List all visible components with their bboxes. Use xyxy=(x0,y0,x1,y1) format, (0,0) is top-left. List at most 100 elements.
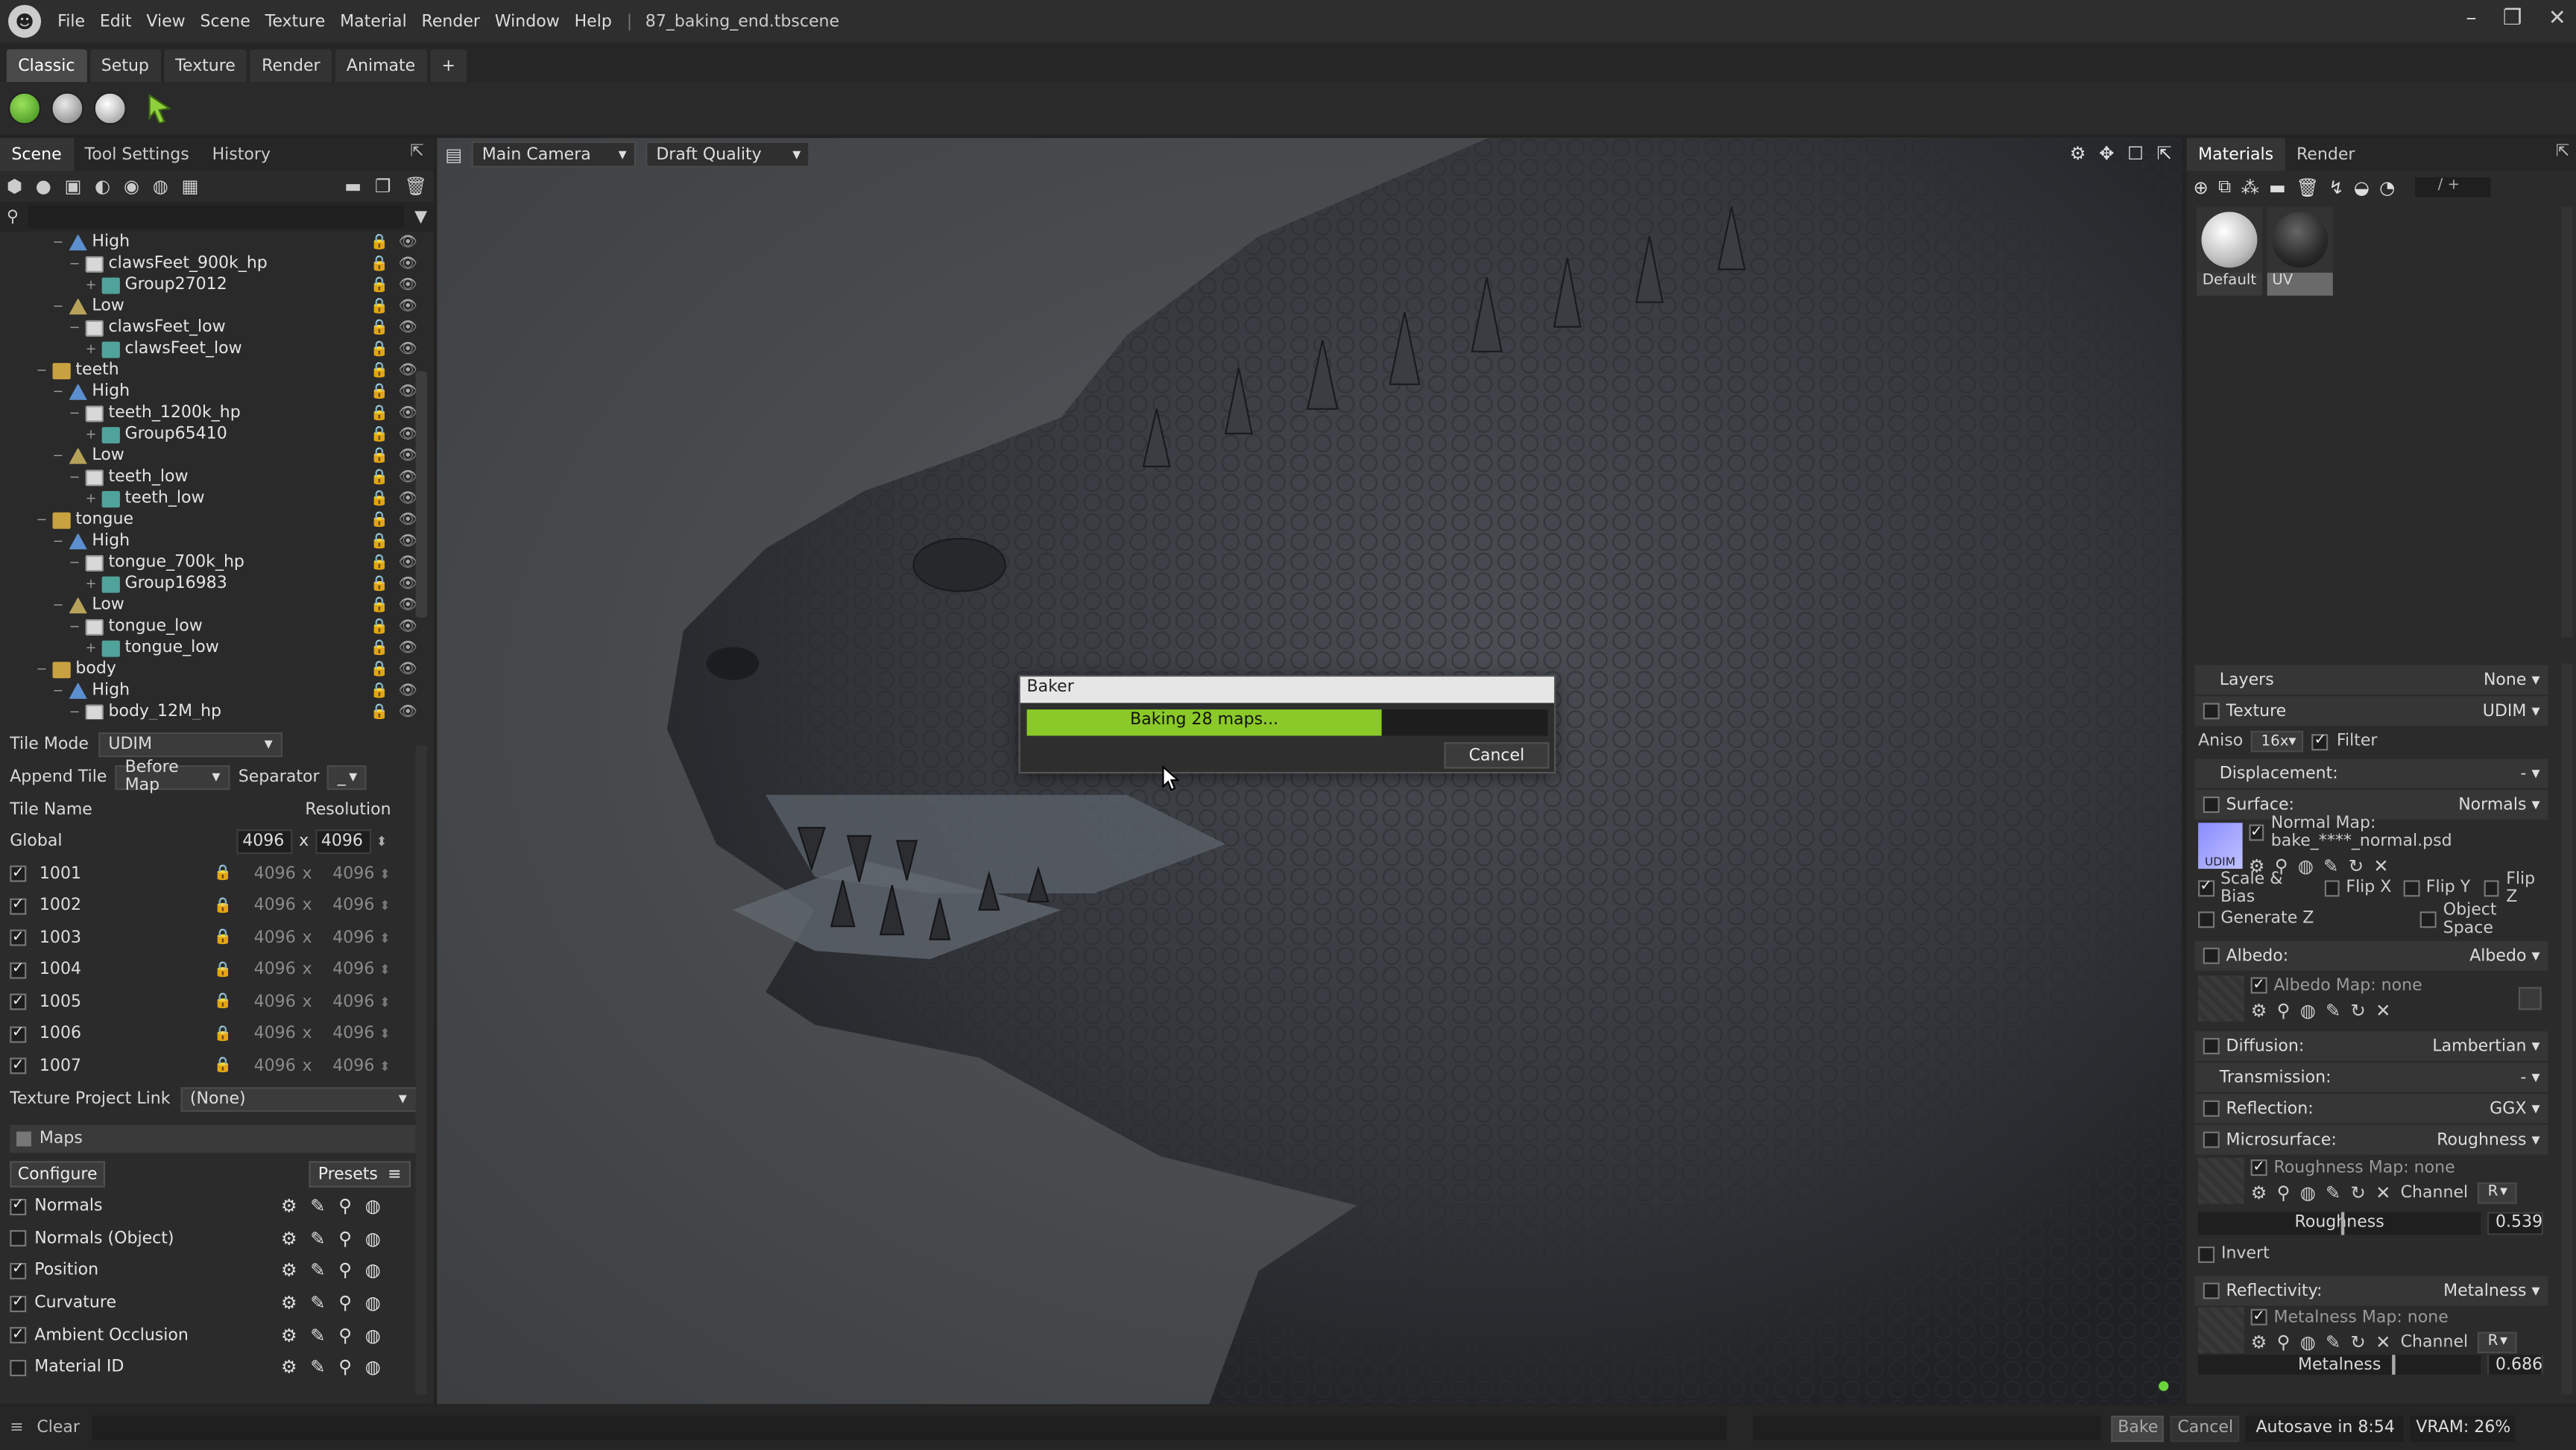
scene-tree-item[interactable]: − body 🔒 👁 xyxy=(13,659,434,680)
lock-icon[interactable]: 🔒 xyxy=(214,1058,240,1074)
brush-icon[interactable]: ✎ xyxy=(310,1196,325,1218)
metalness-map-checkbox[interactable]: ✓ xyxy=(2250,1308,2267,1326)
tile-width[interactable]: 4096 xyxy=(240,1025,296,1043)
expand-toggle-icon[interactable]: + xyxy=(86,577,99,592)
surface-toggle[interactable] xyxy=(2203,796,2220,814)
tile-height[interactable]: 4096 xyxy=(318,1025,374,1043)
menu-help[interactable]: Help xyxy=(575,13,612,31)
properties-scrollbar[interactable] xyxy=(2561,663,2573,1395)
flip-z-checkbox[interactable] xyxy=(2484,879,2500,896)
duplicate-material-icon[interactable]: ⧉ xyxy=(2218,176,2231,199)
metalness-slider-handle[interactable] xyxy=(2392,1355,2396,1375)
gear-icon[interactable]: ⚙ xyxy=(281,1261,297,1282)
configure-button[interactable]: Configure xyxy=(10,1161,106,1188)
menu-file[interactable]: File xyxy=(57,13,85,31)
expand-toggle-icon[interactable]: + xyxy=(86,641,99,656)
menu-window[interactable]: Window xyxy=(495,13,560,31)
brush-icon[interactable]: ✎ xyxy=(2323,855,2338,877)
brush-icon[interactable]: ✎ xyxy=(310,1293,325,1314)
stepper-icon[interactable]: ⬍ xyxy=(379,931,391,946)
refresh-icon[interactable]: ↻ xyxy=(2351,999,2366,1021)
lock-icon[interactable]: 🔒 xyxy=(370,362,389,379)
close-icon[interactable]: ✕ xyxy=(2548,7,2566,31)
close-icon[interactable]: ✕ xyxy=(2375,1331,2390,1352)
stepper-icon[interactable]: ⬍ xyxy=(376,835,388,849)
texture-section[interactable]: Texture UDIM ▾ xyxy=(2194,696,2548,726)
paint-icon[interactable]: ◍ xyxy=(365,1228,381,1250)
bake-settings-scrollbar[interactable] xyxy=(415,745,428,1395)
metalness-channel-select[interactable]: R ▾ xyxy=(2478,1331,2518,1353)
gear-icon[interactable]: ⚙ xyxy=(2251,1331,2267,1352)
gear-icon[interactable]: ⚙ xyxy=(281,1357,297,1378)
visibility-icon[interactable]: 👁 xyxy=(399,448,417,464)
tile-width[interactable]: 4096 xyxy=(240,865,296,883)
add-object-icon[interactable]: ⬢ xyxy=(7,176,22,197)
lock-icon[interactable]: 🔒 xyxy=(370,256,389,272)
delete-material-icon[interactable]: 🗑 xyxy=(2296,177,2319,198)
search-icon[interactable]: ⚲ xyxy=(338,1261,352,1282)
tab-scene[interactable]: Scene xyxy=(0,138,74,171)
expand-toggle-icon[interactable]: − xyxy=(53,598,66,612)
add-sky-icon[interactable]: ◍ xyxy=(153,176,168,197)
search-icon[interactable]: ⚲ xyxy=(338,1196,352,1218)
lock-icon[interactable]: 🔒 xyxy=(370,320,389,336)
gear-icon[interactable]: ⚙ xyxy=(2251,1182,2267,1203)
tile-width[interactable]: 4096 xyxy=(240,961,296,979)
scene-tree-item[interactable]: + teeth_low 🔒 👁 xyxy=(13,488,434,510)
close-icon[interactable]: ✕ xyxy=(2375,1182,2390,1203)
tab-texture[interactable]: Texture xyxy=(163,49,247,83)
gear-icon[interactable]: ⚙ xyxy=(2251,999,2267,1021)
lock-icon[interactable]: 🔒 xyxy=(370,512,389,528)
search-icon[interactable]: ⚲ xyxy=(2277,1182,2291,1203)
scene-tree-item[interactable]: − body_12M_hp 🔒 👁 xyxy=(13,701,434,720)
lock-icon[interactable]: 🔒 xyxy=(370,276,389,293)
tab-animate[interactable]: Animate xyxy=(335,49,427,83)
texture-toggle[interactable] xyxy=(2203,703,2220,720)
scene-tree-item[interactable]: − High 🔒 👁 xyxy=(13,381,434,402)
lock-icon[interactable]: 🔒 xyxy=(370,597,389,613)
reflection-toggle[interactable] xyxy=(2203,1100,2220,1117)
scene-tree-item[interactable]: − Low 🔒 👁 xyxy=(13,595,434,616)
popout-icon[interactable]: ⇱ xyxy=(2157,143,2172,165)
expand-toggle-icon[interactable]: − xyxy=(69,405,83,420)
visibility-icon[interactable]: 👁 xyxy=(399,276,417,293)
layers-section[interactable]: Layers None ▾ xyxy=(2194,665,2548,695)
search-icon[interactable]: ⚲ xyxy=(338,1293,352,1314)
refresh-icon[interactable]: ↻ xyxy=(2351,1182,2366,1203)
tile-enabled-checkbox[interactable]: ✓ xyxy=(10,1026,27,1043)
shader-full-icon[interactable] xyxy=(8,92,42,125)
expand-toggle-icon[interactable]: − xyxy=(53,299,66,314)
add-shape-icon[interactable]: ◐ xyxy=(95,176,110,197)
reflectivity-toggle[interactable] xyxy=(2203,1282,2220,1299)
lock-icon[interactable]: 🔒 xyxy=(370,426,389,443)
lock-icon[interactable]: 🔒 xyxy=(214,1026,240,1042)
expand-toggle-icon[interactable]: + xyxy=(86,277,99,292)
flip-y-checkbox[interactable] xyxy=(2404,879,2419,896)
aniso-select[interactable]: 16x ▾ xyxy=(2251,730,2304,753)
tab-render[interactable]: Render xyxy=(250,49,332,83)
filter-checkbox[interactable]: ✓ xyxy=(2311,733,2329,750)
map-enabled-checkbox[interactable]: ✓ xyxy=(10,1327,27,1344)
scene-tree-item[interactable]: − clawsFeet_low 🔒 👁 xyxy=(13,317,434,338)
log-menu-icon[interactable]: ≡ xyxy=(10,1419,23,1437)
add-material-icon[interactable]: ⊕ xyxy=(2193,177,2208,198)
global-width-input[interactable]: 4096 xyxy=(236,829,293,855)
tile-enabled-checkbox[interactable]: ✓ xyxy=(10,930,27,947)
menu-scene[interactable]: Scene xyxy=(201,13,250,31)
diffusion-section[interactable]: Diffusion: Lambertian ▾ xyxy=(2194,1031,2548,1061)
visibility-icon[interactable]: 👁 xyxy=(399,661,417,677)
lock-icon[interactable]: 🔒 xyxy=(370,683,389,699)
paint-icon[interactable]: ◍ xyxy=(2300,1331,2316,1352)
frame-icon[interactable]: ☐ xyxy=(2127,143,2144,165)
clear-log-button[interactable]: Clear xyxy=(37,1419,92,1437)
tile-height[interactable]: 4096 xyxy=(318,929,374,947)
refresh-icon[interactable]: ↻ xyxy=(2349,855,2364,877)
tile-enabled-checkbox[interactable]: ✓ xyxy=(10,994,27,1011)
metalness-slider[interactable]: Metalness xyxy=(2198,1355,2481,1375)
reflectivity-section[interactable]: Reflectivity: Metalness ▾ xyxy=(2194,1276,2548,1306)
search-icon[interactable]: ⚲ xyxy=(2277,1331,2291,1352)
metalness-map-thumbnail[interactable] xyxy=(2198,1307,2244,1354)
add-group-icon[interactable]: ◉ xyxy=(124,176,139,197)
expand-toggle-icon[interactable]: − xyxy=(36,363,49,378)
scene-tree-item[interactable]: − Low 🔒 👁 xyxy=(13,296,434,317)
